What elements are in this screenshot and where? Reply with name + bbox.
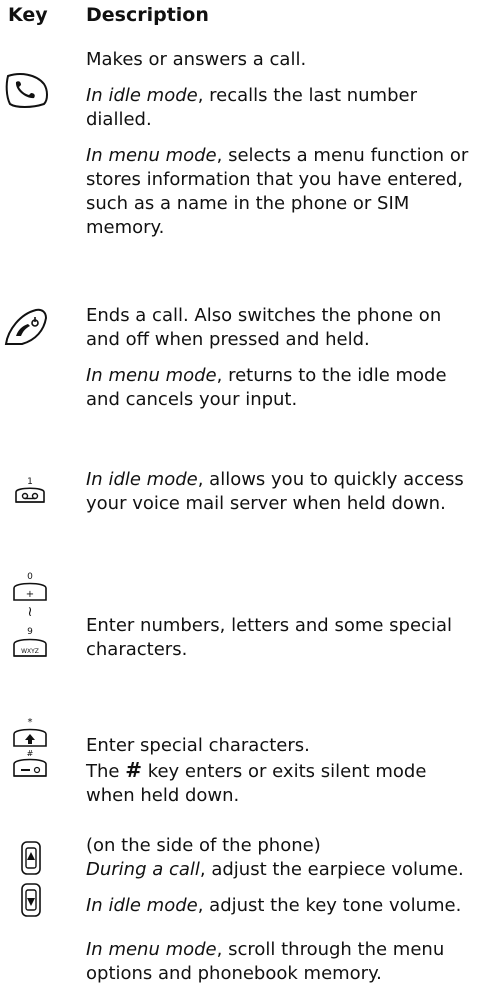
- svg-text:0: 0: [27, 572, 33, 582]
- voicemail-1-key-icon: 1: [14, 476, 46, 506]
- svg-text:*: *: [28, 717, 33, 728]
- svg-text:9: 9: [27, 627, 33, 637]
- volume-keys-desc-3: In idle mode, adjust the key tone volume…: [86, 895, 462, 916]
- volume-keys-desc-2: During a call, adjust the earpiece volum…: [86, 859, 464, 880]
- svg-text:1: 1: [27, 477, 33, 487]
- send-key-icon: [2, 70, 50, 110]
- svg-text:WXYZ: WXYZ: [21, 648, 39, 655]
- end-key-desc-2: In menu mode, returns to the idle mode a…: [86, 365, 447, 410]
- send-key-desc-3: In menu mode, selects a menu function or…: [86, 145, 469, 238]
- volume-keys-desc-4: In menu mode, scroll through the menu op…: [86, 939, 445, 984]
- star-hash-keys-icon: * #: [10, 716, 50, 780]
- send-key-desc-2: In idle mode, recalls the last number di…: [86, 85, 417, 130]
- column-header-description: Description: [86, 4, 209, 26]
- number-keys-0-9-icon: 0 + ≀ 9 WXYZ: [10, 570, 50, 666]
- column-header-key: Key: [8, 4, 48, 26]
- volume-keys-desc-1: (on the side of the phone): [86, 835, 321, 856]
- svg-text:#: #: [27, 749, 34, 758]
- svg-text:+: +: [26, 589, 34, 600]
- volume-keys-icon: [20, 840, 42, 920]
- number-keys-desc-1: Enter numbers, letters and some special …: [86, 615, 452, 660]
- svg-text:≀: ≀: [27, 604, 32, 620]
- star-hash-desc-2: The # key enters or exits silent mode wh…: [86, 758, 427, 806]
- end-key-icon: [2, 306, 50, 348]
- voicemail-key-desc-1: In idle mode, allows you to quickly acce…: [86, 469, 464, 514]
- send-key-desc-1: Makes or answers a call.: [86, 49, 307, 70]
- end-key-desc-1: Ends a call. Also switches the phone on …: [86, 305, 442, 350]
- star-hash-desc-1: Enter special characters.: [86, 735, 310, 756]
